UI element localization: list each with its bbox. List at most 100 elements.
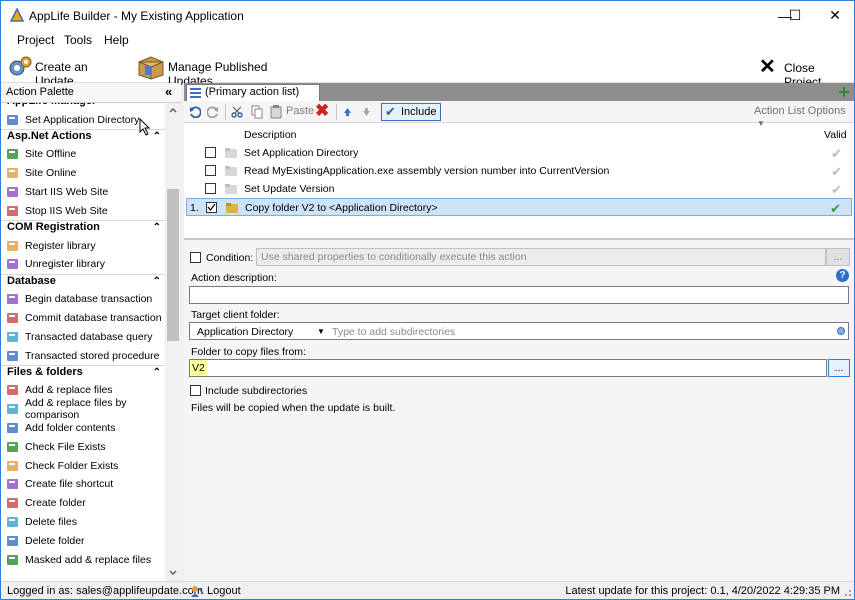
valid-check-icon: ✔ <box>831 182 842 197</box>
palette-item[interactable]: Check File Exists <box>6 438 106 455</box>
close-window-button[interactable]: ✕ <box>812 1 854 30</box>
action-list-options-dropdown[interactable]: Action List Options ▼ <box>754 105 852 128</box>
include-subdirectories-checkbox[interactable] <box>190 385 201 396</box>
menu-project[interactable]: Project <box>17 33 54 47</box>
palette-item-label: Masked add & replace files <box>25 553 152 566</box>
close-project-button[interactable]: ✕ Close Project <box>757 53 853 89</box>
row-checkbox[interactable] <box>206 202 217 213</box>
add-list-icon[interactable] <box>838 86 850 98</box>
paste-icon[interactable] <box>270 105 282 119</box>
palette-list: AppLife Manager ⌃ Set Application Director… <box>1 103 165 581</box>
palette-group-header[interactable]: Files & folders ⌃ <box>1 364 165 381</box>
create-update-button[interactable]: Create an Update... <box>5 53 133 88</box>
palette-item[interactable]: Stop IIS Web Site <box>6 202 108 219</box>
palette-item[interactable]: Set Application Directory <box>6 111 139 128</box>
maximize-icon: ☐ <box>788 7 802 23</box>
palette-item-label: Create folder <box>25 497 86 510</box>
include-subdirectories-label: Include subdirectories <box>205 385 308 397</box>
subdirectory-input[interactable]: Type to add subdirectories <box>332 324 455 340</box>
palette-item[interactable]: Add folder contents <box>6 419 115 436</box>
table-row[interactable]: 1. Copy folder V2 to <Application Directo… <box>186 198 852 216</box>
action-type-icon <box>225 201 239 218</box>
palette-item[interactable]: Transacted stored procedure <box>6 347 159 364</box>
palette-item[interactable]: Commit database transaction <box>6 309 162 326</box>
resize-grip-icon[interactable] <box>844 589 852 599</box>
tab-strip: (Primary action list) <box>184 83 854 101</box>
palette-title: Action Palette <box>6 86 74 98</box>
palette-item[interactable]: Site Offline <box>6 146 76 163</box>
palette-item[interactable]: Start IIS Web Site <box>6 183 108 200</box>
palette-group-header[interactable]: AppLife Manager ⌃ <box>1 103 165 110</box>
palette-item[interactable]: Register library <box>6 237 96 254</box>
palette-item-label: Delete files <box>25 515 77 528</box>
cut-icon[interactable] <box>231 106 243 118</box>
table-row[interactable]: Set Update Version ✔ <box>186 180 852 198</box>
action-icon <box>6 349 20 363</box>
scroll-down-icon[interactable] <box>169 570 177 576</box>
main-toolbar: Create an Update... Manage Published Upd… <box>1 50 854 89</box>
row-checkbox[interactable] <box>205 183 216 194</box>
palette-item[interactable]: Create folder <box>6 495 86 512</box>
scroll-thumb[interactable] <box>167 189 179 341</box>
condition-input[interactable]: Use shared properties to conditionally e… <box>256 248 826 266</box>
palette-item[interactable]: Transacted database query <box>6 328 152 345</box>
collapse-group-icon[interactable]: ⌃ <box>153 276 161 287</box>
manage-updates-button[interactable]: Manage Published Updates... <box>137 53 317 88</box>
row-checkbox[interactable] <box>205 165 216 176</box>
target-folder-value[interactable]: Application Directory <box>197 324 293 340</box>
collapse-group-icon[interactable]: ⌃ <box>153 103 161 107</box>
palette-collapse-button[interactable]: « <box>165 84 172 99</box>
logout-label: Logout <box>207 585 241 597</box>
action-icon <box>6 553 20 567</box>
redo-icon[interactable] <box>207 106 219 118</box>
target-folder-field: Application Directory ▼ Type to add subd… <box>189 322 849 340</box>
table-row[interactable]: Set Application Directory ✔ <box>186 144 852 162</box>
logout-button[interactable]: Logout <box>190 583 246 599</box>
collapse-group-icon[interactable]: ⌃ <box>153 222 161 233</box>
collapse-group-icon[interactable]: ⌃ <box>153 131 161 142</box>
copy-from-field: V2 <box>189 359 827 377</box>
palette-item[interactable]: Delete files <box>6 513 77 530</box>
palette-item[interactable]: Delete folder <box>6 532 85 549</box>
table-row[interactable]: Read MyExistingApplication.exe assembly … <box>186 162 852 180</box>
copy-icon[interactable] <box>251 105 263 119</box>
collapse-group-icon[interactable]: ⌃ <box>153 367 161 378</box>
paste-label[interactable]: Paste <box>286 105 314 117</box>
tab-primary-action-list[interactable]: (Primary action list) <box>186 84 320 101</box>
palette-scrollbar[interactable] <box>165 103 181 581</box>
condition-checkbox[interactable] <box>190 252 201 263</box>
copy-from-browse-button[interactable]: ... <box>828 359 850 377</box>
copy-from-value[interactable]: V2 <box>190 360 207 376</box>
palette-group-header[interactable]: COM Registration ⌃ <box>1 220 165 236</box>
target-folder-dropdown-icon[interactable]: ▼ <box>317 324 325 340</box>
palette-item-label: Stop IIS Web Site <box>25 204 108 217</box>
include-button[interactable]: ✔ Include <box>381 103 441 121</box>
palette-item[interactable]: Begin database transaction <box>6 291 152 308</box>
delete-icon[interactable]: ✖ <box>315 101 329 121</box>
palette-item[interactable]: Masked add & replace files <box>6 551 151 568</box>
window-title: AppLife Builder - My Existing Applicatio… <box>29 9 244 23</box>
menu-tools[interactable]: Tools <box>64 33 92 47</box>
palette-item-label: Begin database transaction <box>25 293 153 306</box>
scroll-up-icon[interactable] <box>169 107 177 113</box>
target-folder-label: Target client folder: <box>191 309 280 321</box>
condition-browse-button[interactable]: ... <box>826 248 850 266</box>
palette-item[interactable]: Add & replace files by comparison <box>6 397 165 421</box>
palette-item[interactable]: Check Folder Exists <box>6 457 118 474</box>
palette-item-label: Site Offline <box>25 148 77 161</box>
action-description-input[interactable] <box>189 286 849 304</box>
action-icon <box>6 239 20 253</box>
palette-item[interactable]: Site Online <box>6 165 76 182</box>
move-up-icon[interactable] <box>343 107 352 117</box>
palette-group-label: Asp.Net Actions <box>7 129 92 142</box>
move-down-icon[interactable] <box>362 107 371 117</box>
row-checkbox[interactable] <box>205 147 216 158</box>
palette-item[interactable]: Unregister library <box>6 256 105 273</box>
undo-icon[interactable] <box>189 106 201 118</box>
help-icon[interactable]: ? <box>836 269 849 282</box>
palette-item[interactable]: Create file shortcut <box>6 476 113 493</box>
menu-help[interactable]: Help <box>104 33 129 47</box>
palette-header: Action Palette « <box>1 83 181 103</box>
palette-group-header[interactable]: Database ⌃ <box>1 273 165 290</box>
folder-picker-icon[interactable] <box>836 326 846 336</box>
